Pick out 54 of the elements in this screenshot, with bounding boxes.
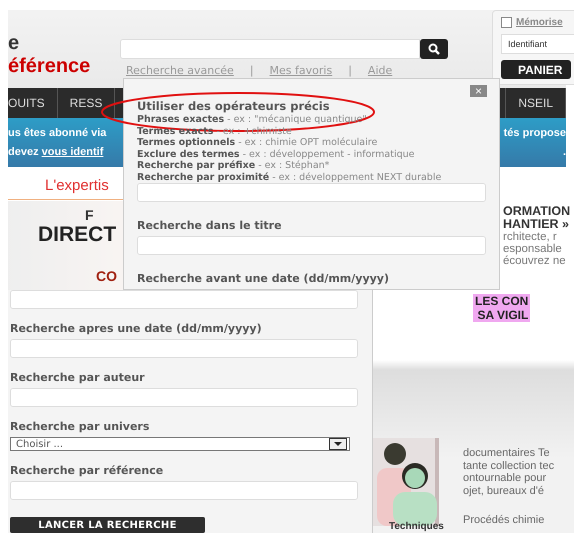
body-text: ontournable pour — [463, 472, 548, 484]
body-text: ojet, bureaux d'é — [463, 484, 545, 497]
dropdown-icon — [334, 442, 342, 446]
banner-text: . — [562, 146, 566, 158]
input-field[interactable] — [10, 339, 358, 358]
date-field[interactable] — [10, 290, 358, 309]
cart-button[interactable]: PANIER — [501, 60, 571, 79]
side-text: esponsable — [503, 243, 563, 255]
login-link[interactable]: vous identif — [42, 146, 104, 158]
keyword-field[interactable] — [137, 183, 486, 202]
search-button[interactable] — [420, 39, 448, 59]
search-field[interactable] — [120, 39, 420, 59]
identifier-field[interactable]: Identifiant — [501, 34, 574, 54]
search-icon — [428, 44, 440, 55]
side-title: HANTIER » — [503, 218, 570, 231]
close-button[interactable]: × — [470, 85, 487, 97]
banner-text: us êtes abonné via — [8, 127, 106, 139]
search-submit-button[interactable]: LANCER LA RECHERCHE — [10, 517, 205, 533]
promo-text: CO — [96, 268, 117, 284]
field-label: Recherche apres une date (dd/mm/yyyy) — [10, 322, 263, 335]
operator-hint: Recherche par proximité - ex : développement NEXT durable — [137, 172, 442, 183]
operator-hint: Exclure des termes - ex : développement - informatique — [137, 148, 416, 160]
universe-select[interactable]: Choisir ... — [10, 437, 350, 451]
link-separator: | — [348, 64, 352, 77]
logo-text: e — [8, 32, 20, 55]
link-title: Techniques — [389, 521, 444, 532]
link-separator: | — [250, 64, 254, 77]
promo-title-text: SA VIGIL — [477, 308, 528, 322]
side-title: ORMATION — [503, 205, 572, 218]
logo-text: éférence — [8, 55, 92, 78]
field-label: Recherche par univers — [10, 420, 150, 433]
banner-text: devez vous identif — [8, 146, 104, 158]
promo-text: F — [85, 207, 94, 223]
operator-hint: Recherche par préfixe - ex : Stéphan* — [137, 160, 330, 172]
promo-text: DIRECT — [38, 223, 116, 247]
side-text: écouvrez ne — [503, 255, 567, 267]
body-text: Procédés chimie — [463, 514, 544, 527]
field-label: Recherche par auteur — [10, 371, 146, 384]
field-label: Recherche avant une date (dd/mm/yyyy) — [137, 272, 390, 285]
operator-hint: Termes optionnels - ex : chimie OPT moléculaire — [137, 137, 378, 148]
banner-text: tés propose — [504, 127, 566, 139]
body-text: documentaires Te — [463, 447, 551, 460]
select-value: Choisir ... — [16, 438, 64, 450]
field-label: Recherche par référence — [10, 464, 164, 477]
remember-checkbox[interactable] — [501, 17, 512, 28]
input-field[interactable] — [137, 236, 486, 255]
section-heading: L'expertis — [45, 177, 109, 194]
popup-title: Utiliser des opérateurs précis — [137, 99, 330, 113]
input-field[interactable] — [10, 388, 358, 407]
body-text: tante collection tec — [463, 460, 554, 472]
side-text: rchitecte, r — [503, 231, 558, 243]
field-label: Recherche dans le titre — [137, 219, 283, 232]
input-field[interactable] — [10, 481, 358, 500]
promo-title-text: LES CON — [475, 294, 528, 308]
